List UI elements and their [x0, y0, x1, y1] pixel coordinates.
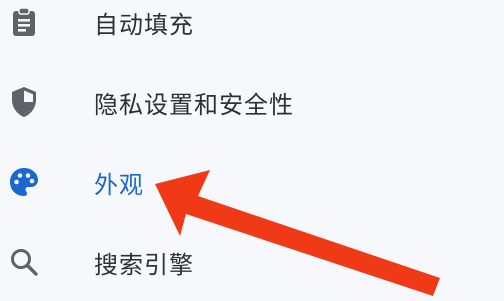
menu-item-search-engine[interactable]: 搜索引擎 [0, 232, 504, 292]
menu-item-privacy-security[interactable]: 隐私设置和安全性 [0, 72, 504, 132]
menu-item-appearance[interactable]: 外观 [0, 152, 504, 212]
search-icon [6, 244, 42, 280]
settings-menu: 自动填充 隐私设置和安全性 外观 搜索引擎 [0, 0, 504, 301]
menu-item-label: 自动填充 [94, 10, 194, 39]
shield-icon [6, 84, 42, 120]
palette-icon [6, 164, 42, 200]
clipboard-icon [6, 4, 42, 40]
menu-item-label: 外观 [94, 170, 144, 199]
menu-item-autofill[interactable]: 自动填充 [0, 0, 504, 52]
menu-item-label: 隐私设置和安全性 [94, 90, 294, 119]
menu-item-label: 搜索引擎 [94, 250, 194, 279]
